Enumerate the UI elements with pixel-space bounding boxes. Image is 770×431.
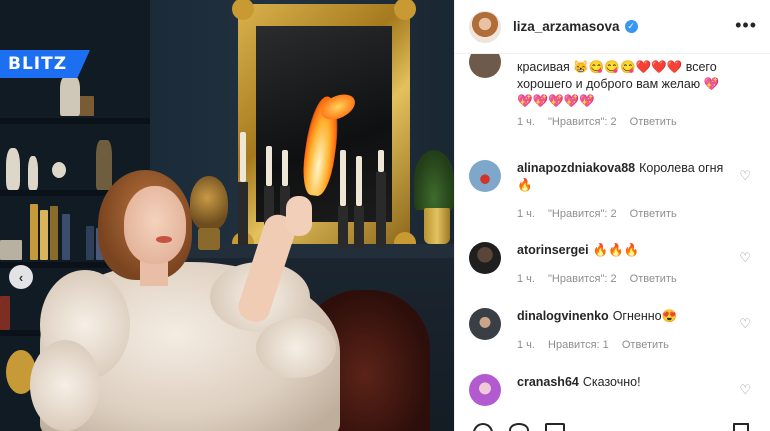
- comment-username[interactable]: alinapozdniakova88: [517, 161, 635, 175]
- comment-username[interactable]: cranash64: [517, 375, 579, 389]
- heart-outline-icon[interactable]: ♡: [739, 316, 751, 332]
- reply-button[interactable]: Ответить: [630, 273, 677, 285]
- comment-avatar[interactable]: [469, 242, 501, 274]
- comment-time: 1 ч.: [517, 208, 535, 220]
- author-username[interactable]: liza_arzamasova: [513, 19, 620, 34]
- comment-avatar[interactable]: [469, 160, 501, 192]
- comment-avatar[interactable]: [469, 54, 501, 78]
- comment-meta: 1 ч. Нравится: 1 Ответить: [517, 339, 679, 351]
- more-options-icon[interactable]: •••: [735, 16, 757, 34]
- comment-username[interactable]: atorinsergei: [517, 243, 589, 257]
- reply-button[interactable]: Ответить: [630, 208, 677, 220]
- heart-outline-icon[interactable]: ♡: [739, 168, 751, 184]
- post-photo[interactable]: BLITZ ‹: [0, 0, 454, 431]
- woman-face: [124, 186, 186, 264]
- comment-time: 1 ч.: [517, 339, 535, 351]
- comment-meta: 1 ч. "Нравится": 2 Ответить: [517, 273, 687, 285]
- comment-time: 1 ч.: [517, 116, 535, 128]
- share-icon[interactable]: [545, 423, 565, 431]
- like-icon[interactable]: [473, 423, 493, 431]
- chevron-left-icon: ‹: [18, 269, 24, 285]
- comment-likes[interactable]: "Нравится": 2: [548, 116, 617, 128]
- bookmark-icon[interactable]: [733, 423, 749, 431]
- comment-likes[interactable]: "Нравится": 2: [548, 273, 617, 285]
- comment-list: красивая 😸😋😋😋❤️❤️❤️ всего хорошего и доб…: [455, 54, 770, 431]
- comment-avatar[interactable]: [469, 374, 501, 406]
- avatar[interactable]: [469, 10, 501, 43]
- comment-time: 1 ч.: [517, 273, 535, 285]
- comment-text: красивая 😸😋😋😋❤️❤️❤️ всего хорошего и доб…: [517, 60, 720, 108]
- comment-text: Огненно😍: [612, 309, 678, 323]
- comment-text: 🔥🔥🔥: [592, 243, 640, 257]
- heart-outline-icon[interactable]: ♡: [739, 250, 751, 266]
- action-bar: [469, 417, 759, 431]
- comment-likes[interactable]: Нравится: 1: [548, 339, 609, 351]
- comment-avatar[interactable]: [469, 308, 501, 340]
- comment-panel: liza_arzamasova ✓ ••• красивая 😸😋😋😋❤️❤️❤…: [454, 0, 770, 431]
- post-header: liza_arzamasova ✓ •••: [455, 0, 770, 54]
- blitz-logo-text: BLITZ: [8, 54, 68, 74]
- pineapple-ornament: [190, 176, 228, 230]
- verified-badge-icon: ✓: [624, 20, 638, 33]
- comment-likes[interactable]: "Нравится": 2: [548, 208, 617, 220]
- plant: [414, 150, 454, 210]
- heart-outline-icon[interactable]: ♡: [739, 382, 751, 398]
- reply-button[interactable]: Ответить: [630, 116, 677, 128]
- reply-button[interactable]: Ответить: [622, 339, 669, 351]
- comment-username[interactable]: dinalogvinenko: [517, 309, 609, 323]
- blitz-watermark: BLITZ: [0, 50, 90, 78]
- comment-icon[interactable]: [509, 423, 529, 431]
- comment-meta: 1 ч. "Нравится": 2 Ответить: [517, 208, 687, 220]
- comment-meta: 1 ч. "Нравится": 2 Ответить: [517, 116, 687, 128]
- previous-photo-button[interactable]: ‹: [9, 265, 33, 289]
- comment-text: Сказочно!: [582, 375, 641, 389]
